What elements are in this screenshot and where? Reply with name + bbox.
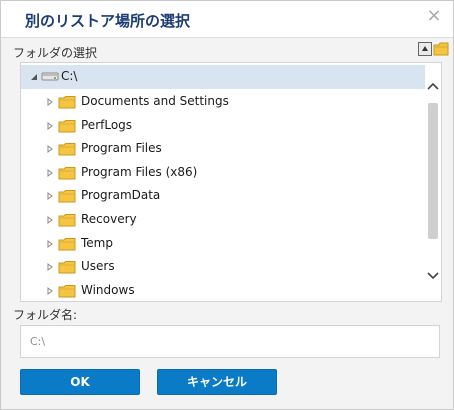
folder-icon [58,143,76,156]
tree-folder-row[interactable]: Windows [21,279,425,301]
tree-folder-row[interactable]: PerfLogs [21,114,425,138]
folder-icon [58,119,76,133]
tree-folder-row[interactable]: Documents and Settings [21,90,425,114]
folder-tree[interactable]: C:\ Documents and Settings PerfLogs Progra… [20,62,442,302]
tree-folder-label: ProgramData [81,188,161,203]
restore-location-dialog: 別のリストア場所の選択 × フォルダの選択 C:\ Documents and … [0,0,454,410]
folder-name-field[interactable]: C:\ [20,325,440,358]
expand-arrow-icon[interactable] [46,145,54,154]
scroll-up-icon[interactable] [427,81,439,91]
folder-select-label: フォルダの選択 [13,46,98,60]
folder-icon [58,261,76,274]
tree-folder-row[interactable]: Temp [21,232,425,256]
tree-root-label: C:\ [61,69,78,83]
tree-folder-label: Temp [81,235,113,250]
drive-icon [41,72,59,81]
expand-arrow-icon[interactable] [46,168,54,177]
close-icon[interactable]: × [425,7,443,25]
tree-folder-row[interactable]: Recovery [21,208,425,232]
dialog-title: 別のリストア場所の選択 [25,12,191,30]
tree-folder-row[interactable]: Program Files [21,137,425,161]
scroll-thumb[interactable] [428,103,438,239]
tree-folder-row[interactable]: Program Files (x86) [21,161,425,185]
tree-folder-label: Program Files [81,141,162,156]
tree-folder-label: Recovery [81,212,137,226]
folder-icon [58,96,76,109]
folder-icon [58,237,76,251]
title-bar: 別のリストア場所の選択 × [1,1,453,38]
expand-arrow-icon[interactable] [46,239,54,248]
tree-scrollbar[interactable] [425,63,441,301]
folder-name-label: フォルダ名: [13,308,78,322]
ok-button[interactable]: OK [20,369,140,395]
folder-icon [58,284,76,298]
expand-arrow-icon[interactable] [46,263,54,272]
parent-folder-button[interactable] [418,42,432,56]
tree-folder-label: Users [81,259,115,274]
expand-arrow-icon[interactable] [46,121,54,130]
folder-icon [58,214,76,227]
folder-icon [58,190,76,203]
tree-folder-label: PerfLogs [81,117,133,132]
folder-icon [58,166,76,180]
arrow-up-icon [422,46,428,51]
new-folder-icon[interactable] [433,41,449,57]
tree-folder-label: Documents and Settings [81,94,229,108]
scroll-down-icon[interactable] [427,271,439,281]
tree-folder-label: Program Files (x86) [81,164,198,179]
tree-folder-row[interactable]: Users [21,255,425,279]
expand-arrow-icon[interactable] [46,98,54,106]
cancel-button[interactable]: キャンセル [157,369,277,395]
tree-folder-label: Windows [81,282,135,297]
tree-root-row[interactable]: C:\ [21,65,425,89]
expand-arrow-icon[interactable] [46,192,54,201]
expand-arrow-icon[interactable] [46,286,54,295]
tree-toolbar [418,41,449,60]
tree-folder-row[interactable]: ProgramData [21,184,425,208]
collapse-arrow-icon[interactable] [30,73,38,81]
expand-arrow-icon[interactable] [46,216,54,224]
